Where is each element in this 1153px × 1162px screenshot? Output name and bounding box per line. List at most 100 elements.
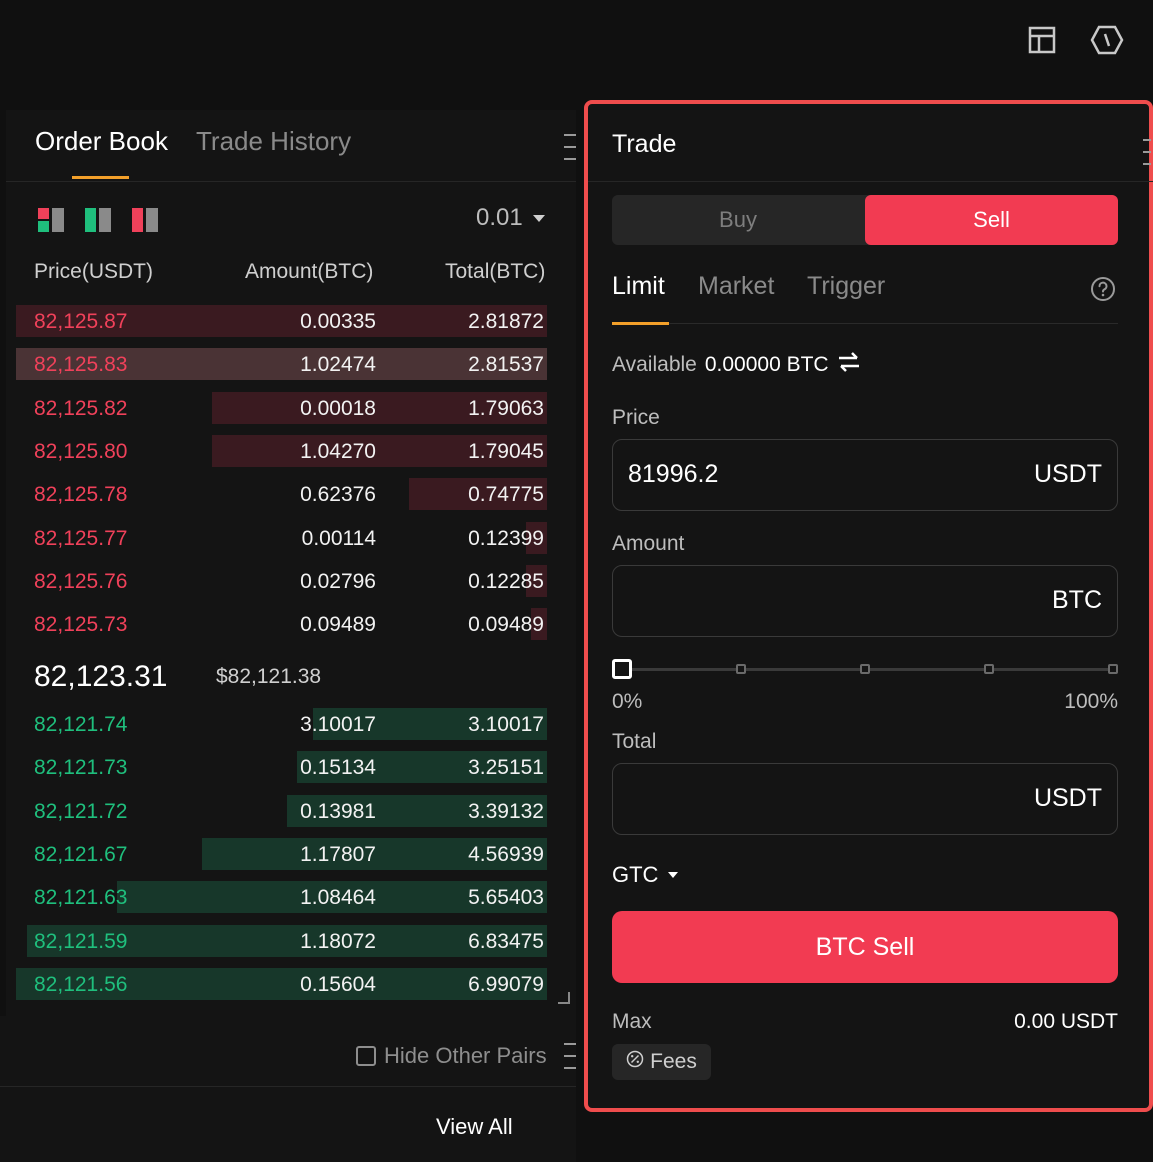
row-amount: 0.00335 [300, 310, 376, 333]
active-tab-indicator [72, 176, 129, 179]
row-amount: 0.62376 [300, 483, 376, 506]
slider-tick[interactable] [736, 664, 746, 674]
drag-handle-icon[interactable] [1143, 139, 1151, 165]
row-total: 0.09489 [468, 613, 544, 636]
bid-row[interactable]: 82,121.56 0.15604 6.99079 [16, 968, 547, 1000]
row-amount: 0.15134 [300, 756, 376, 779]
trade-panel: Trade Buy Sell Limit Market Trigger Avai… [584, 100, 1153, 1112]
transfer-icon[interactable] [837, 352, 861, 378]
precision-select[interactable]: 0.01 [476, 204, 545, 232]
row-total: 1.79063 [468, 397, 544, 420]
row-amount: 0.13981 [300, 800, 376, 823]
amount-slider[interactable] [612, 659, 1118, 679]
chevron-down-icon [668, 872, 679, 878]
available-balance: Available 0.00000 BTC [612, 352, 861, 378]
bottom-strip [0, 1016, 576, 1162]
asks-only-icon[interactable] [132, 208, 158, 232]
slider-handle[interactable] [612, 659, 632, 679]
max-value: 0.00 USDT [1014, 1010, 1118, 1033]
ask-row[interactable]: 82,125.73 0.09489 0.09489 [16, 608, 547, 640]
max-label: Max [612, 1010, 652, 1033]
row-price: 82,125.78 [34, 483, 128, 506]
tab-market[interactable]: Market [698, 272, 774, 301]
order-book-panel: Order Book Trade History 0.01 Price(USDT… [6, 110, 576, 1016]
divider [588, 181, 1153, 182]
ask-row[interactable]: 82,125.83 1.02474 2.81537 [16, 348, 547, 380]
price-input[interactable]: 81996.2 USDT [612, 439, 1118, 511]
hide-other-pairs-toggle[interactable]: Hide Other Pairs [356, 1043, 547, 1069]
tab-order-book[interactable]: Order Book [35, 126, 168, 157]
amount-input[interactable]: BTC [612, 565, 1118, 637]
order-book-tabs: Order Book Trade History [6, 110, 576, 182]
api-hexagon-icon[interactable] [1089, 22, 1125, 58]
ask-row[interactable]: 82,125.76 0.02796 0.12285 [16, 565, 547, 597]
last-price-usd: $82,121.38 [216, 665, 322, 688]
tab-limit[interactable]: Limit [612, 272, 665, 301]
amount-unit: BTC [1052, 586, 1102, 614]
row-total: 6.83475 [468, 930, 544, 953]
chevron-down-icon [532, 214, 545, 222]
bid-row[interactable]: 82,121.74 3.10017 3.10017 [16, 708, 547, 740]
ask-row[interactable]: 82,125.82 0.00018 1.79063 [16, 392, 547, 424]
total-label: Total [612, 730, 657, 753]
ask-row[interactable]: 82,125.77 0.00114 0.12399 [16, 522, 547, 554]
price-label: Price [612, 406, 660, 429]
row-total: 4.56939 [468, 843, 544, 866]
row-price: 82,125.82 [34, 397, 128, 420]
bid-row[interactable]: 82,121.67 1.17807 4.56939 [16, 838, 547, 870]
help-icon[interactable] [1090, 276, 1116, 302]
slider-tick[interactable] [860, 664, 870, 674]
row-total: 6.99079 [468, 973, 544, 996]
bid-row[interactable]: 82,121.73 0.15134 3.25151 [16, 751, 547, 783]
slider-max-label: 100% [1064, 690, 1118, 713]
total-input[interactable]: USDT [612, 763, 1118, 835]
row-price: 82,125.83 [34, 353, 128, 376]
slider-tick[interactable] [1108, 664, 1118, 674]
drag-handle-icon[interactable] [564, 1043, 576, 1069]
price-unit: USDT [1033, 460, 1102, 488]
fees-button[interactable]: Fees [612, 1044, 711, 1080]
row-amount: 1.18072 [300, 930, 376, 953]
resize-handle-icon[interactable] [558, 992, 570, 1004]
row-price: 82,125.87 [34, 310, 128, 333]
row-amount: 1.17807 [300, 843, 376, 866]
bid-row[interactable]: 82,121.72 0.13981 3.39132 [16, 795, 547, 827]
buy-sell-toggle: Buy Sell [612, 195, 1118, 245]
row-price: 82,121.59 [34, 930, 128, 953]
layout-icon[interactable] [1024, 22, 1060, 58]
col-header-amount: Amount(BTC) [245, 260, 374, 283]
precision-value: 0.01 [476, 204, 523, 231]
slider-tick[interactable] [984, 664, 994, 674]
tab-trade-history[interactable]: Trade History [196, 126, 351, 157]
sell-button[interactable]: Sell [865, 195, 1118, 245]
bid-row[interactable]: 82,121.59 1.18072 6.83475 [16, 925, 547, 957]
row-total: 1.79045 [468, 440, 544, 463]
time-in-force-select[interactable]: GTC [612, 862, 679, 888]
row-amount: 1.08464 [300, 886, 376, 909]
row-total: 3.25151 [468, 756, 544, 779]
buy-button[interactable]: Buy [612, 195, 864, 245]
row-price: 82,121.73 [34, 756, 128, 779]
row-price: 82,121.72 [34, 800, 128, 823]
col-header-total: Total(BTC) [445, 260, 546, 283]
row-amount: 0.00114 [301, 527, 376, 550]
ask-row[interactable]: 82,125.87 0.00335 2.81872 [16, 305, 547, 337]
ask-row[interactable]: 82,125.78 0.62376 0.74775 [16, 478, 547, 510]
submit-sell-button[interactable]: BTC Sell [612, 911, 1118, 983]
row-price: 82,121.56 [34, 973, 128, 996]
drag-handle-icon[interactable] [564, 134, 576, 160]
view-all-link[interactable]: View All [436, 1114, 513, 1140]
row-amount: 3.10017 [300, 713, 376, 736]
hide-other-pairs-checkbox[interactable] [356, 1046, 376, 1066]
bid-row[interactable]: 82,121.63 1.08464 5.65403 [16, 881, 547, 913]
row-amount: 0.09489 [300, 613, 376, 636]
both-sides-icon[interactable] [38, 208, 64, 232]
tab-trigger[interactable]: Trigger [807, 272, 885, 301]
row-amount: 0.15604 [300, 973, 376, 996]
bids-only-icon[interactable] [85, 208, 111, 232]
ask-row[interactable]: 82,125.80 1.04270 1.79045 [16, 435, 547, 467]
row-amount: 1.04270 [300, 440, 376, 463]
amount-label: Amount [612, 532, 685, 555]
row-price: 82,121.67 [34, 843, 128, 866]
total-unit: USDT [1033, 784, 1102, 812]
